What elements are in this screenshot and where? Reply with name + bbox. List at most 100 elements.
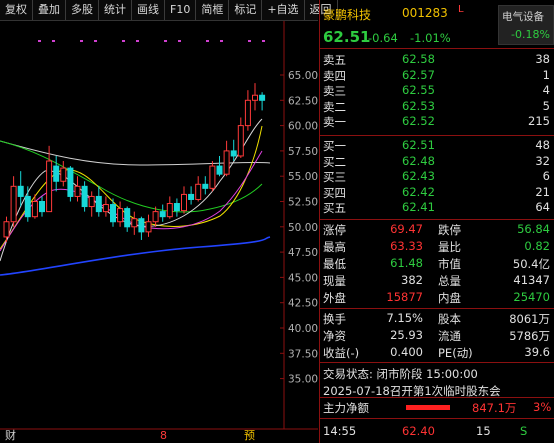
candle-body [159, 211, 166, 218]
bid-row: 买五 62.41 64 [320, 200, 554, 215]
stat-row: 最低 61.48 市值 50.4亿 [320, 256, 554, 271]
candle-body [74, 185, 81, 197]
stat-label: 最高 [323, 240, 346, 254]
candle-body [60, 167, 67, 182]
y-tick-label: 55.00 [288, 171, 318, 183]
candle-body [39, 201, 45, 213]
stat-value: 25470 [513, 290, 550, 304]
kline-chart[interactable]: 65.00 62.50 60.00 57.50 55.00 52.50 50.00 47.50… [0, 21, 318, 443]
divider [320, 219, 554, 220]
ask-volume: 215 [528, 114, 550, 128]
candle-body [17, 185, 24, 197]
bid-volume: 48 [535, 138, 550, 152]
y-tick-label: 65.00 [288, 70, 318, 82]
sector-name: 电气设备 [502, 11, 544, 23]
y-tick-label: 57.50 [288, 146, 318, 158]
candle-body [259, 94, 266, 101]
sector-pct: -0.18% [511, 28, 550, 41]
stat-row: 涨停 69.47 跌停 56.84 [320, 222, 554, 237]
ask-price: 62.52 [402, 114, 435, 128]
signal-dot [178, 40, 181, 42]
bid-price: 62.41 [402, 200, 435, 214]
candle-body [102, 204, 109, 213]
ask-price: 62.55 [402, 83, 435, 97]
toolbar-button-3[interactable]: 统计 [99, 0, 132, 20]
candle-body [244, 99, 251, 127]
bid-label: 买一 [323, 139, 346, 153]
candle-body [145, 221, 152, 233]
candle-body [95, 195, 102, 213]
toolbar-button-8[interactable]: +自选 [262, 0, 305, 20]
bottom-mark: 财 [5, 428, 16, 442]
fund-row: 换手 7.15% 股本 8061万 [320, 311, 554, 326]
stock-name[interactable]: 豪鹏科技 [323, 6, 371, 23]
status-row: 交易状态: 闭市阶段 15:00:00 [320, 366, 554, 381]
last-price: 62.51 [323, 28, 371, 46]
divider [320, 362, 554, 363]
signal-dot [206, 40, 209, 42]
candle-body [252, 94, 258, 101]
ask-row: 卖三 62.55 4 [320, 83, 554, 98]
sector-box[interactable]: 电气设备 -0.18% [498, 5, 554, 45]
ma-20-line [0, 125, 263, 250]
bid-price: 62.51 [402, 138, 435, 152]
toolbar-button-5[interactable]: F10 [165, 0, 197, 20]
y-tick-label: 62.50 [288, 95, 318, 107]
fund-label: 股本 [438, 312, 461, 326]
candle-body [152, 211, 159, 223]
candle-body [31, 201, 38, 218]
stock-code: 001283 [402, 6, 448, 20]
y-tick-label: 37.50 [288, 348, 318, 360]
ask-price: 62.53 [402, 98, 435, 113]
fund-value: 7.15% [386, 311, 423, 325]
tick-row: 14:55 62.40 15 S [320, 424, 554, 439]
candle-body [110, 204, 116, 223]
candle-body [166, 203, 173, 218]
signal-dot [220, 40, 223, 42]
stat-label: 量比 [438, 240, 461, 254]
candle-body [131, 218, 138, 228]
fund-value: 0.400 [390, 345, 423, 359]
divider [320, 308, 554, 309]
signal-dot [262, 40, 265, 42]
bottom-mark: 8 [160, 429, 167, 442]
tick-direction: S [520, 424, 528, 438]
signal-dot [248, 40, 251, 42]
stat-label: 最低 [323, 257, 346, 271]
stat-row: 现量 382 总量 41347 [320, 273, 554, 288]
ask-row: 卖四 62.57 1 [320, 68, 554, 83]
stat-row: 最高 63.33 量比 0.82 [320, 239, 554, 254]
candle-body [216, 165, 223, 175]
stat-value: 56.84 [517, 222, 550, 236]
fund-row: 收益(-) 0.400 PE(动) 39.6 [320, 345, 554, 360]
candle-body [230, 150, 237, 157]
notice-text: 2025-07-18召开第1次临时股东会 [323, 384, 501, 398]
toolbar-button-2[interactable]: 多股 [66, 0, 99, 20]
toolbar-button-0[interactable]: 复权 [0, 0, 33, 20]
candle-body [188, 193, 195, 200]
trade-status: 交易状态: 闭市阶段 15:00:00 [323, 367, 478, 381]
signal-dot [136, 40, 139, 42]
toolbar-button-1[interactable]: 叠加 [33, 0, 66, 20]
candle-body [117, 208, 124, 223]
candle-body [24, 195, 31, 218]
y-tick-label: 45.00 [288, 272, 318, 284]
fund-label: 净资 [323, 329, 346, 343]
bid-volume: 32 [535, 153, 550, 168]
toolbar-button-4[interactable]: 画线 [132, 0, 165, 20]
toolbar-button-7[interactable]: 标记 [229, 0, 263, 20]
y-tick-label: 42.50 [288, 298, 318, 310]
toolbar-button-6[interactable]: 简框 [196, 0, 230, 20]
ask-label: 卖一 [323, 115, 346, 129]
bid-row: 买四 62.42 21 [320, 185, 554, 200]
candle-body [223, 150, 230, 175]
ask-row: 卖五 62.58 38 [320, 52, 554, 67]
candle-body [173, 203, 180, 212]
stat-label: 市值 [438, 257, 461, 271]
stat-value: 382 [401, 273, 423, 287]
ask-volume: 4 [542, 83, 550, 97]
signal-dot [122, 40, 125, 42]
bid-row: 买三 62.43 6 [320, 169, 554, 184]
fund-label: 换手 [323, 312, 346, 326]
bid-row: 买一 62.51 48 [320, 138, 554, 153]
